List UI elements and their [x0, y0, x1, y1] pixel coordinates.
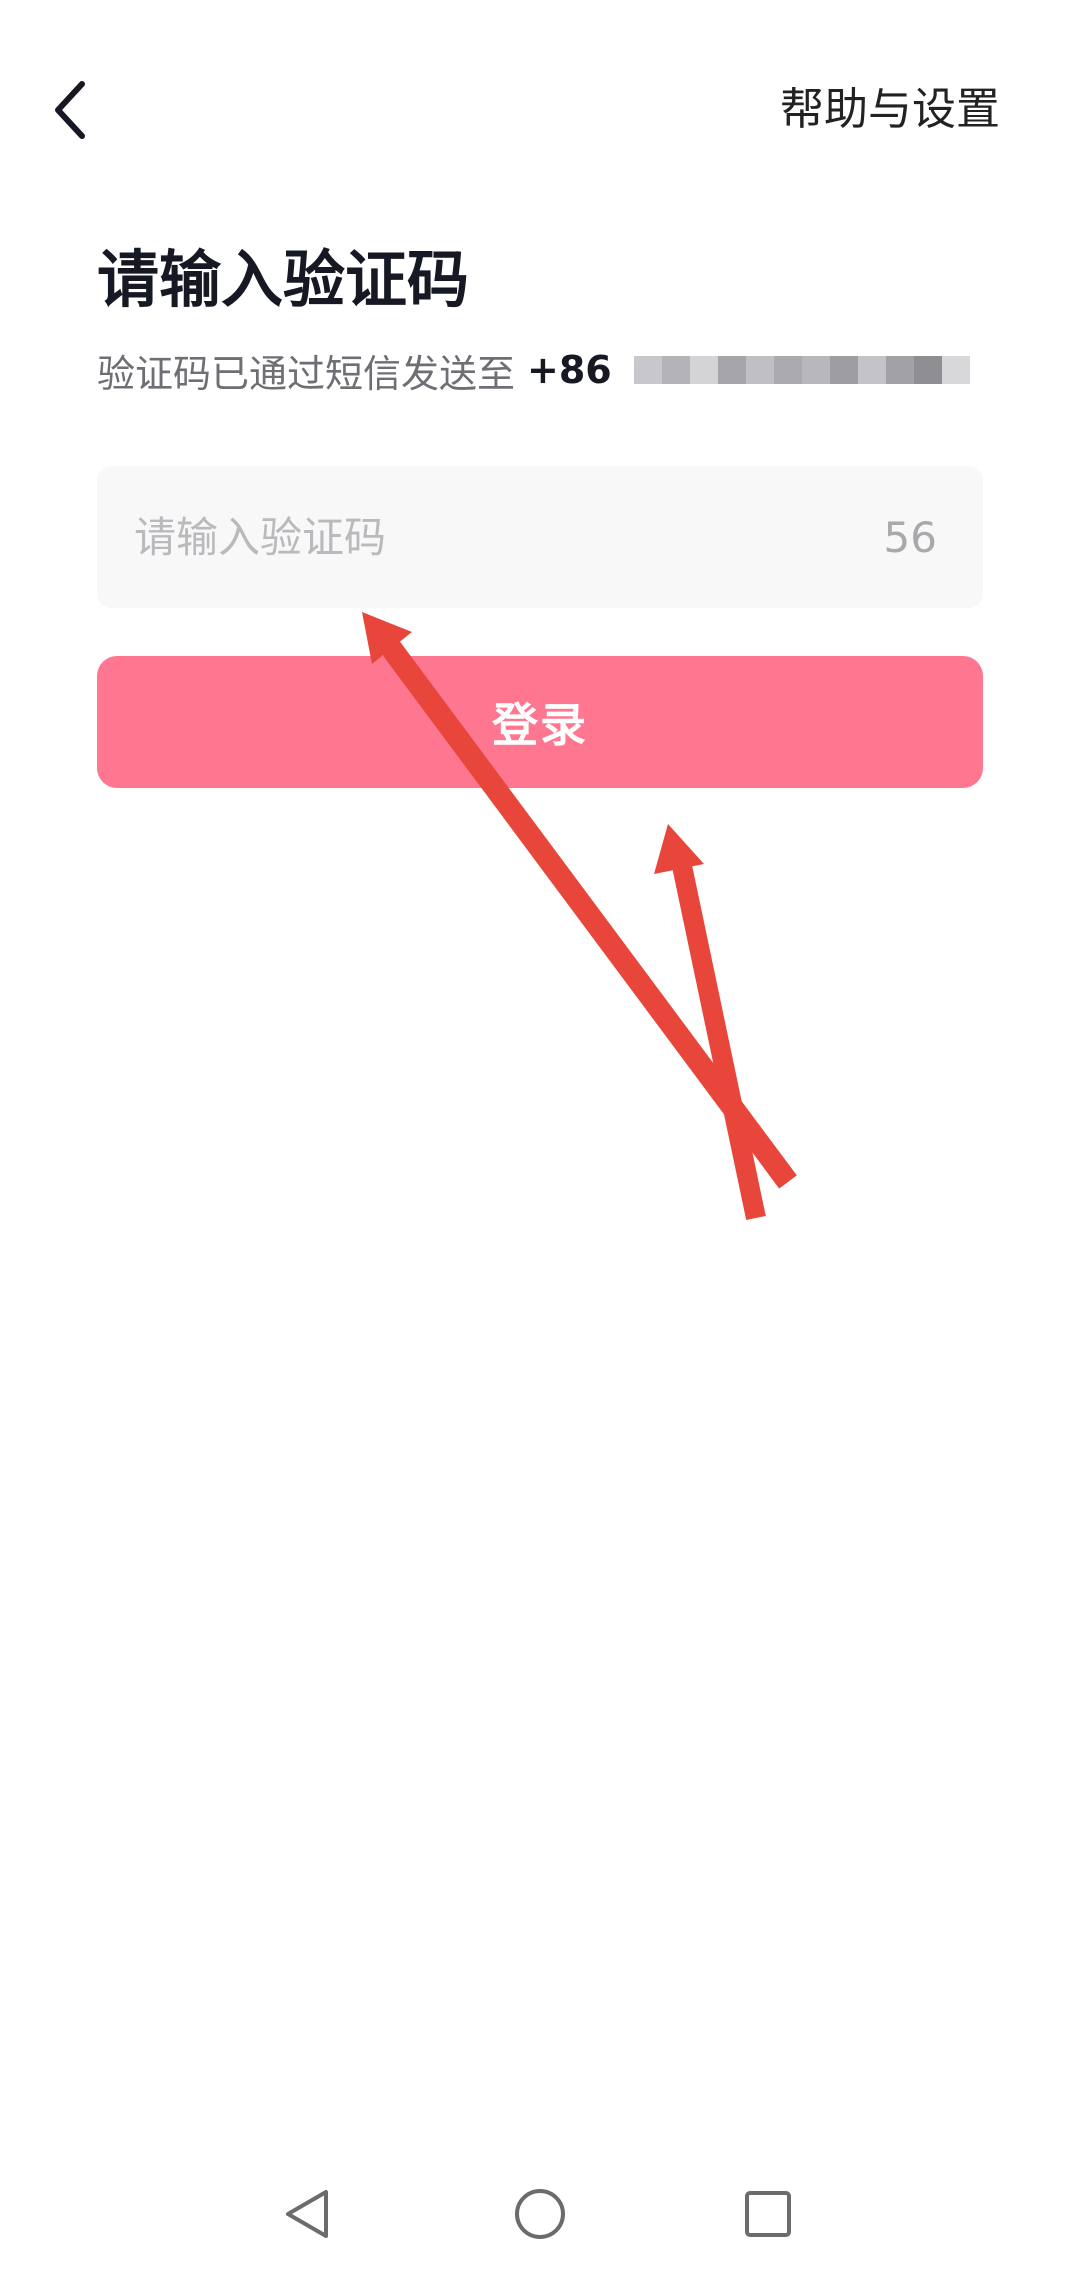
- verification-code-field[interactable]: 56: [97, 465, 983, 609]
- system-navigation-bar: [0, 2150, 1080, 2273]
- country-code: +86: [527, 348, 612, 392]
- phone-mosaic-block: [745, 356, 774, 384]
- phone-mosaic-block: [829, 356, 858, 384]
- page-title: 请输入验证码: [97, 243, 470, 316]
- phone-mosaic-block: [941, 356, 970, 384]
- resend-countdown: 56: [883, 512, 937, 562]
- system-back-button[interactable]: [268, 2174, 348, 2254]
- square-recents-icon: [745, 2191, 791, 2237]
- verification-code-input[interactable]: [97, 465, 884, 609]
- sms-sent-notice: 验证码已通过短信发送至 +86: [97, 340, 970, 400]
- login-button[interactable]: 登录: [97, 656, 983, 788]
- phone-mosaic-block: [913, 356, 942, 384]
- back-button[interactable]: [40, 70, 100, 150]
- arrow-head-to-button: [654, 824, 704, 874]
- phone-mosaic-block: [633, 356, 662, 384]
- phone-mosaic-block: [689, 356, 718, 384]
- circle-home-icon: [515, 2189, 565, 2239]
- phone-mosaic-block: [885, 356, 914, 384]
- phone-mosaic-block: [801, 356, 830, 384]
- arrow-shaft-to-button: [672, 863, 766, 1221]
- masked-phone-number: [633, 356, 970, 384]
- phone-mosaic-block: [717, 356, 746, 384]
- phone-mosaic-block: [773, 356, 802, 384]
- sms-sent-text: 验证码已通过短信发送至: [97, 351, 516, 396]
- phone-mosaic-block: [661, 356, 690, 384]
- phone-mosaic-block: [857, 356, 886, 384]
- help-settings-link[interactable]: 帮助与设置: [780, 80, 1000, 140]
- system-home-button[interactable]: [500, 2174, 580, 2254]
- triangle-back-icon: [286, 2190, 328, 2238]
- chevron-left-icon: [55, 81, 85, 139]
- system-recents-button[interactable]: [728, 2174, 808, 2254]
